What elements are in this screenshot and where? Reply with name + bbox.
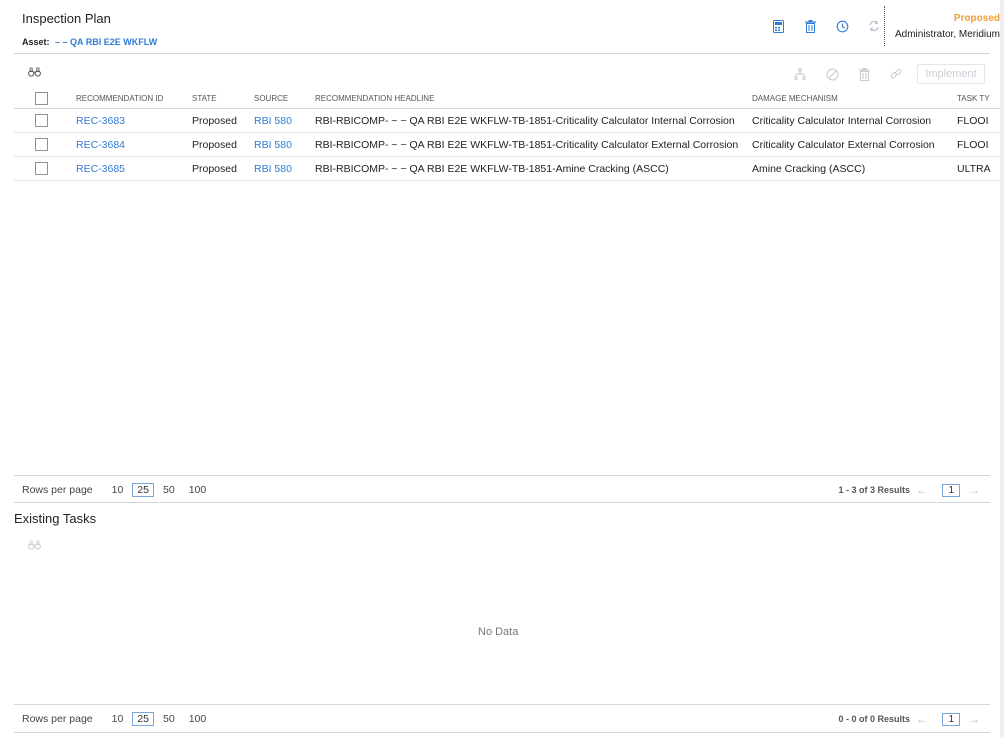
recommendation-tools: Implement (784, 64, 985, 84)
state-cell: Proposed (192, 108, 254, 133)
recommendation-id-link[interactable]: REC-3685 (76, 156, 192, 181)
damage-mechanism-cell: Amine Cracking (ASCC) (752, 156, 957, 181)
column-header[interactable]: RECOMMENDATION HEADLINE (315, 88, 752, 109)
rows-option-100[interactable]: 100 (186, 713, 210, 725)
prev-page-icon[interactable]: ← (916, 712, 928, 726)
cancel-icon[interactable] (816, 65, 848, 83)
source-link[interactable]: RBI 580 (254, 132, 315, 157)
header-separator (14, 53, 990, 54)
table-row[interactable]: REC-3684 Proposed RBI 580 RBI-RBICOMP- ~… (14, 132, 1004, 157)
rows-option-25[interactable]: 25 (132, 712, 154, 726)
page-scrollbar[interactable] (1000, 0, 1004, 738)
select-all-header (14, 88, 76, 109)
section-separator (14, 502, 990, 503)
existing-tasks-title: Existing Tasks (14, 511, 97, 526)
rows-option-50[interactable]: 50 (160, 713, 178, 725)
rows-option-10[interactable]: 10 (109, 484, 127, 496)
implement-button[interactable]: Implement (917, 64, 985, 84)
existing-tasks-pager: Rows per page 10 25 50 100 0 - 0 of 0 Re… (14, 706, 990, 732)
prev-page-icon[interactable]: ← (916, 483, 928, 497)
row-checkbox[interactable] (35, 114, 48, 127)
column-header[interactable]: TASK TY (957, 88, 1004, 109)
calculator-icon[interactable] (762, 18, 794, 34)
pager-separator (14, 704, 990, 705)
page-number[interactable]: 1 (942, 712, 960, 726)
column-header[interactable]: RECOMMENDATION ID (76, 88, 192, 109)
recommendation-id-link[interactable]: REC-3684 (76, 132, 192, 157)
empty-state-text: No Data (478, 626, 519, 638)
row-select-cell (14, 108, 76, 133)
next-page-icon[interactable]: → (968, 483, 980, 497)
task-type-cell: ULTRA (957, 156, 1004, 181)
recommendations-pager: Rows per page 10 25 50 100 1 - 3 of 3 Re… (14, 477, 990, 503)
state-cell: Proposed (192, 156, 254, 181)
asset-info: Asset: – – QA RBI E2E WKFLW (22, 37, 157, 47)
header-actions (762, 18, 890, 34)
table-header-row: RECOMMENDATION ID STATE SOURCE RECOMMEND… (14, 88, 1004, 109)
page-title: Inspection Plan (22, 11, 111, 26)
row-checkbox[interactable] (35, 162, 48, 175)
next-page-icon[interactable]: → (968, 712, 980, 726)
rows-per-page-label: Rows per page (22, 484, 93, 496)
hierarchy-icon[interactable] (784, 65, 816, 83)
delete-icon[interactable] (794, 18, 826, 34)
rows-option-10[interactable]: 10 (109, 713, 127, 725)
damage-mechanism-cell: Criticality Calculator Internal Corrosio… (752, 108, 957, 133)
page-number[interactable]: 1 (942, 483, 960, 497)
binoculars-icon[interactable] (28, 539, 41, 553)
headline-cell: RBI-RBICOMP- ~ ~ QA RBI E2E WKFLW-TB-185… (315, 132, 752, 157)
pager-separator (14, 475, 990, 476)
source-link[interactable]: RBI 580 (254, 108, 315, 133)
task-type-cell: FLOOI (957, 132, 1004, 157)
results-count: 0 - 0 of 0 Results (838, 714, 910, 724)
column-header[interactable]: DAMAGE MECHANISM (752, 88, 957, 109)
binoculars-icon[interactable] (28, 66, 41, 80)
user-name: Administrator, Meridium (894, 29, 1000, 40)
refresh-icon[interactable] (858, 18, 890, 34)
rows-option-50[interactable]: 50 (160, 484, 178, 496)
column-header[interactable]: SOURCE (254, 88, 315, 109)
results-count: 1 - 3 of 3 Results (838, 485, 910, 495)
headline-cell: RBI-RBICOMP- ~ ~ QA RBI E2E WKFLW-TB-185… (315, 108, 752, 133)
row-checkbox[interactable] (35, 138, 48, 151)
table-row[interactable]: REC-3683 Proposed RBI 580 RBI-RBICOMP- ~… (14, 108, 1004, 133)
asset-link[interactable]: – – QA RBI E2E WKFLW (55, 37, 157, 47)
row-select-cell (14, 132, 76, 157)
column-header[interactable]: STATE (192, 88, 254, 109)
recommendations-table: RECOMMENDATION ID STATE SOURCE RECOMMEND… (14, 88, 1004, 181)
state-cell: Proposed (192, 132, 254, 157)
select-all-checkbox[interactable] (35, 91, 48, 105)
rows-option-100[interactable]: 100 (186, 484, 210, 496)
asset-label: Asset: (22, 37, 50, 47)
bottom-separator (14, 732, 990, 733)
delete-icon[interactable] (848, 65, 880, 83)
rows-option-25[interactable]: 25 (132, 483, 154, 497)
row-select-cell (14, 156, 76, 181)
headline-cell: RBI-RBICOMP- ~ ~ QA RBI E2E WKFLW-TB-185… (315, 156, 752, 181)
task-type-cell: FLOOI (957, 108, 1004, 133)
source-link[interactable]: RBI 580 (254, 156, 315, 181)
history-icon[interactable] (826, 18, 858, 34)
state-badge: Proposed (953, 13, 1000, 24)
link-icon[interactable] (880, 65, 912, 83)
damage-mechanism-cell: Criticality Calculator External Corrosio… (752, 132, 957, 157)
rows-per-page-label: Rows per page (22, 713, 93, 725)
table-row[interactable]: REC-3685 Proposed RBI 580 RBI-RBICOMP- ~… (14, 156, 1004, 181)
recommendation-id-link[interactable]: REC-3683 (76, 108, 192, 133)
header-divider (884, 6, 885, 46)
